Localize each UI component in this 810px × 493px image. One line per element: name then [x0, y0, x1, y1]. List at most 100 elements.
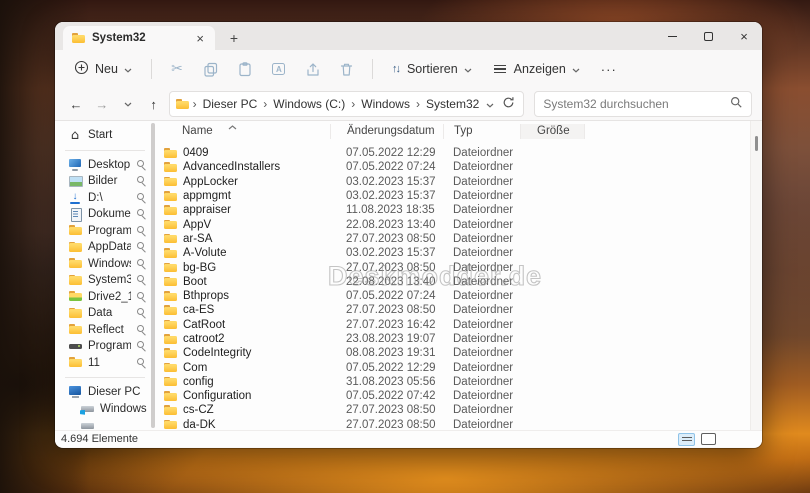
folder-icon — [164, 419, 177, 430]
file-name: Com — [183, 361, 208, 374]
file-modified-date: 27.07.2023 08:50 — [346, 304, 436, 317]
sidebar-item-d[interactable]: D:\ — [55, 190, 151, 207]
toolbar-divider — [371, 59, 373, 79]
file-row[interactable]: appraiser 11.08.2023 18:35 Dateiordner — [156, 203, 762, 217]
sidebar-item-dokumente[interactable]: Dokumente — [55, 206, 151, 223]
tab-close-icon[interactable]: × — [193, 32, 207, 45]
rename-button[interactable]: A — [264, 55, 294, 83]
file-row[interactable]: appmgmt 03.02.2023 15:37 Dateiordner — [156, 189, 762, 203]
maximize-button[interactable] — [690, 22, 726, 50]
sidebar-item-label: Programm-Ba — [88, 340, 131, 353]
sidebar-item-label: Dieser PC — [88, 386, 141, 399]
breadcrumb-segment-windows[interactable]: Windows — [356, 95, 415, 113]
sidebar-item-programm-ba[interactable]: Programm-Ba — [55, 338, 151, 355]
pin-icon — [137, 192, 147, 203]
file-row[interactable]: CodeIntegrity 08.08.2023 19:31 Dateiordn… — [156, 346, 762, 360]
pin-icon — [137, 242, 147, 252]
breadcrumb-bar[interactable]: › Dieser PC › Windows (C:) › Windows › System32 — [168, 91, 525, 117]
search-input[interactable] — [543, 97, 731, 111]
folder-icon — [164, 191, 177, 202]
sidebar-item-dieser-pc[interactable]: Dieser PC — [55, 384, 151, 401]
explorer-window: System32 × + × Neu ✂ A ↑ ↓ Sortieren Anz… — [55, 22, 762, 448]
file-row[interactable]: AppLocker 03.02.2023 15:37 Dateiordner — [156, 175, 762, 189]
sidebar-item-windows-c[interactable]: Windows (C:) — [55, 401, 151, 418]
details-view-button[interactable] — [678, 432, 695, 446]
new-tab-button[interactable]: + — [223, 27, 245, 49]
column-header-name[interactable]: Name — [164, 124, 330, 139]
file-row[interactable]: 0409 07.05.2022 12:29 Dateiordner — [156, 146, 762, 160]
file-row[interactable]: config 31.08.2023 05:56 Dateiordner — [156, 375, 762, 389]
folder-icon — [164, 276, 177, 287]
large-icons-view-button[interactable] — [701, 433, 716, 445]
new-button[interactable]: Neu — [65, 55, 141, 83]
file-row[interactable]: AppV 22.08.2023 13:40 Dateiordner — [156, 217, 762, 231]
up-button[interactable]: ↑ — [143, 92, 165, 116]
column-header-type[interactable]: Typ — [443, 123, 520, 139]
sidebar-item-appdata[interactable]: AppData — [55, 239, 151, 256]
breadcrumb-segment-windows-c[interactable]: Windows (C:) — [268, 95, 350, 113]
copy-button[interactable] — [196, 55, 226, 83]
file-name: AdvancedInstallers — [183, 161, 281, 174]
file-row[interactable]: ar-SA 27.07.2023 08:50 Dateiordner — [156, 232, 762, 246]
pin-icon — [137, 308, 147, 318]
file-name: catroot2 — [183, 333, 225, 345]
file-list-scrollbar[interactable] — [750, 121, 762, 430]
sidebar-item-programdata[interactable]: ProgramData — [55, 223, 151, 240]
cut-icon: ✂ — [171, 61, 183, 77]
file-row[interactable]: da-DK 27.07.2023 08:50 Dateiordner — [156, 418, 762, 430]
file-row[interactable]: Bthprops 07.05.2022 07:24 Dateiordner — [156, 289, 762, 303]
breadcrumb-segment-system32[interactable]: System32 — [421, 95, 484, 113]
sidebar-item-data[interactable]: Data — [55, 305, 151, 322]
file-type: Dateiordner — [453, 147, 514, 160]
refresh-icon[interactable] — [502, 96, 515, 112]
file-row[interactable]: Com 07.05.2022 12:29 Dateiordner — [156, 360, 762, 374]
file-row[interactable]: Configuration 07.05.2022 07:42 Dateiordn… — [156, 389, 762, 403]
back-button[interactable]: ← — [65, 92, 87, 116]
delete-button[interactable] — [332, 55, 362, 83]
paste-button[interactable] — [230, 55, 260, 83]
file-name: ar-SA — [183, 232, 213, 245]
search-box[interactable] — [534, 91, 753, 117]
minimize-button[interactable] — [654, 22, 690, 50]
file-modified-date: 27.07.2023 08:50 — [346, 261, 436, 274]
main-content: Start Desktop Bilder D:\ Dokumente Progr… — [55, 121, 762, 430]
file-row[interactable]: ca-ES 27.07.2023 08:50 Dateiordner — [156, 303, 762, 317]
cut-button[interactable]: ✂ — [162, 55, 192, 83]
column-header-date[interactable]: Änderungsdatum — [330, 123, 443, 139]
sidebar-item-system32[interactable]: System32 — [55, 272, 151, 289]
file-row[interactable]: cs-CZ 27.07.2023 08:50 Dateiordner — [156, 403, 762, 417]
sidebar-item-desktop[interactable]: Desktop — [55, 157, 151, 174]
file-modified-date: 07.05.2022 07:24 — [346, 290, 436, 303]
address-dropdown-icon[interactable] — [486, 97, 494, 111]
sidebar-item-drive2-1[interactable]: Drive2_1 — [55, 289, 151, 306]
sidebar-item-label: Bilder — [88, 175, 118, 188]
file-row[interactable]: bg-BG 27.07.2023 08:50 Dateiordner — [156, 260, 762, 274]
file-row[interactable]: CatRoot 27.07.2023 16:42 Dateiordner — [156, 318, 762, 332]
file-row[interactable]: AdvancedInstallers 07.05.2022 07:24 Date… — [156, 160, 762, 174]
recent-locations-button[interactable] — [117, 92, 139, 116]
breadcrumb-segment-dieser-pc[interactable]: Dieser PC — [198, 95, 263, 113]
more-options-button[interactable]: ··· — [593, 58, 625, 81]
file-modified-date: 03.02.2023 15:37 — [346, 247, 436, 260]
sidebar-item-11[interactable]: 11 — [55, 355, 151, 372]
sidebar-item-icon — [68, 290, 82, 303]
sidebar-item-start[interactable]: Start — [55, 127, 151, 144]
file-name: CodeIntegrity — [183, 347, 252, 360]
sidebar-item-icon — [68, 175, 83, 188]
file-row[interactable]: Boot 22.08.2023 13:40 Dateiordner — [156, 275, 762, 289]
close-button[interactable]: × — [726, 22, 762, 50]
file-modified-date: 07.05.2022 07:24 — [346, 161, 436, 174]
column-header-size[interactable]: Größe — [520, 123, 585, 139]
sidebar-item-reflect[interactable]: Reflect — [55, 322, 151, 339]
view-button[interactable]: Anzeigen — [485, 57, 589, 81]
sort-button[interactable]: ↑ ↓ Sortieren — [383, 57, 481, 81]
sidebar-item-bilder[interactable]: Bilder — [55, 173, 151, 190]
file-row[interactable]: A-Volute 03.02.2023 15:37 Dateiordner — [156, 246, 762, 260]
sidebar-item-windows[interactable]: Windows — [55, 256, 151, 273]
forward-button[interactable]: → — [91, 92, 113, 116]
scrollbar-thumb[interactable] — [755, 136, 758, 151]
tab-system32[interactable]: System32 × — [63, 26, 215, 50]
file-row[interactable]: catroot2 23.08.2023 19:07 Dateiordner — [156, 332, 762, 346]
rename-icon: A — [272, 63, 286, 75]
share-button[interactable] — [298, 55, 328, 83]
